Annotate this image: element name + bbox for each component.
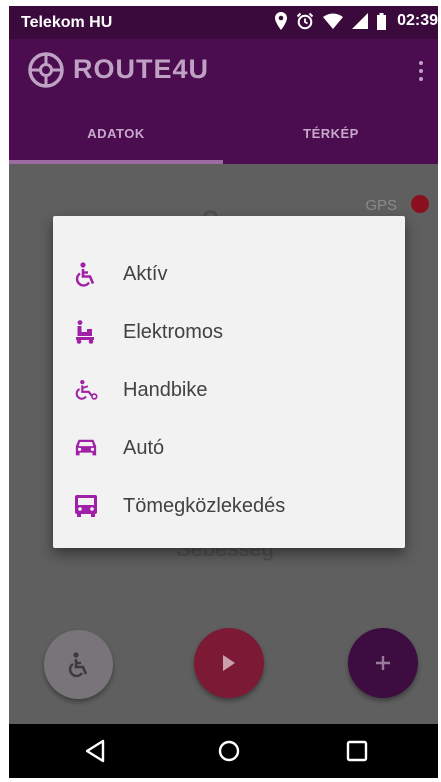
electric-wheelchair-icon — [76, 320, 94, 344]
app-bar: ROUTE4U — [9, 39, 438, 104]
start-button[interactable] — [194, 628, 264, 698]
option-label: Autó — [123, 436, 165, 459]
location-icon — [275, 12, 288, 30]
battery-icon — [377, 12, 387, 30]
wheelchair-icon — [68, 651, 87, 677]
option-auto[interactable]: Autó — [53, 419, 405, 477]
tab-terkep[interactable]: TÉRKÉP — [224, 104, 438, 164]
add-button[interactable] — [348, 628, 418, 698]
option-elektromos[interactable]: Elektromos — [53, 303, 405, 361]
phone-screen: Telekom HU 02:39 ROUTE4U ADATOK TÉRKÉP G… — [9, 6, 438, 778]
play-icon — [223, 655, 235, 671]
car-icon — [75, 439, 97, 456]
alarm-icon — [296, 12, 314, 30]
back-icon[interactable] — [81, 736, 111, 766]
option-label: Elektromos — [123, 320, 224, 343]
handbike-icon — [75, 380, 98, 400]
carrier-name: Telekom HU — [21, 14, 113, 31]
home-icon[interactable] — [214, 736, 244, 766]
wheelchair-active-icon — [75, 261, 95, 287]
option-handbike[interactable]: Handbike — [53, 361, 405, 419]
option-label: Handbike — [123, 378, 208, 401]
tab-adatok[interactable]: ADATOK — [9, 104, 223, 164]
plus-icon — [376, 656, 390, 670]
app-title: ROUTE4U — [73, 54, 210, 84]
overflow-menu-icon[interactable] — [418, 61, 424, 83]
tab-bar: ADATOK TÉRKÉP — [9, 104, 438, 164]
route4u-logo-icon — [28, 52, 64, 88]
vehicle-type-button[interactable] — [44, 630, 113, 699]
option-aktiv[interactable]: Aktív — [53, 245, 405, 303]
option-tomegkozlekedes[interactable]: Tömegközlekedés — [53, 477, 405, 535]
status-bar: Telekom HU 02:39 — [9, 6, 438, 39]
vehicle-type-dialog: Aktív Elektromos Handbike Autó Tömegközl… — [53, 216, 405, 548]
wifi-icon — [323, 13, 344, 29]
signal-icon — [352, 13, 369, 29]
recent-apps-icon[interactable] — [342, 736, 372, 766]
option-label: Tömegközlekedés — [123, 494, 286, 517]
navigation-bar — [9, 724, 438, 778]
gps-status-dot — [411, 195, 429, 213]
option-label: Aktív — [123, 262, 168, 285]
clock: 02:39 — [397, 12, 438, 29]
status-icons: 02:39 — [275, 12, 438, 30]
bus-icon — [75, 495, 97, 517]
gps-label: GPS — [365, 197, 397, 214]
